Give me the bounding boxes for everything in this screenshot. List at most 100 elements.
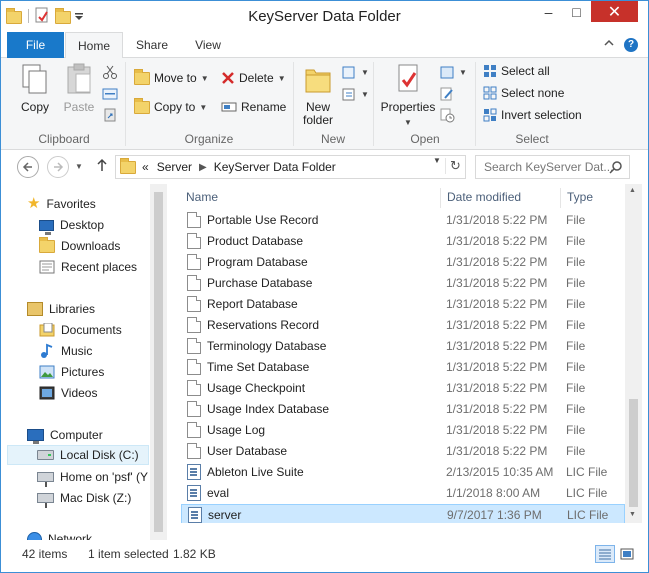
help-icon[interactable]: ? [624,38,638,52]
new-item-button[interactable]: ▼ [341,63,369,81]
breadcrumb-item[interactable]: Server [157,160,192,174]
history-button[interactable] [439,106,455,124]
details-view-button[interactable] [595,545,615,563]
column-header-type[interactable]: Type [567,184,593,210]
file-date-modified: 1/31/2018 5:22 PM [446,339,548,353]
file-row[interactable]: eval 1/1/2018 8:00 AM LIC File [181,483,625,504]
copy-to-button[interactable]: Copy to ▼ [134,97,207,116]
invert-selection-button[interactable]: Invert selection [483,106,582,124]
move-to-button[interactable]: Move to ▼ [134,68,209,87]
collapse-ribbon-icon[interactable] [604,38,614,51]
breadcrumb-overflow[interactable]: « [142,160,149,174]
scrollbar-thumb[interactable] [154,192,163,532]
file-row[interactable]: Ableton Live Suite 2/13/2015 10:35 AM LIC … [181,462,625,483]
address-bar[interactable]: « Server ▶ KeyServer Data Folder [115,155,466,179]
nav-mac-disk[interactable]: Mac Disk (Z:) [37,488,131,508]
file-type: File [566,444,586,458]
open-button[interactable]: ▼ [439,63,467,81]
copy-path-button[interactable] [102,85,118,103]
nav-videos[interactable]: Videos [39,383,97,403]
column-divider[interactable] [440,188,441,208]
rename-button[interactable]: Rename [221,98,286,116]
file-name: Usage Index Database [207,402,330,416]
tab-share[interactable]: Share [125,32,179,58]
nav-music[interactable]: Music [39,341,92,361]
properties-button[interactable]: Properties ▼ [379,62,437,128]
file-icon [187,233,201,249]
up-button[interactable] [96,158,108,176]
nav-pane-scrollbar[interactable] [150,184,167,540]
column-header-date-modified[interactable]: Date modified [447,184,521,210]
nav-downloads[interactable]: Downloads [39,236,120,256]
nav-documents[interactable]: Documents [39,320,122,340]
address-dropdown-icon[interactable]: ▼ [433,156,441,165]
nav-network[interactable]: Network [27,529,92,540]
file-name: Program Database [207,255,308,269]
large-icons-view-button[interactable] [617,545,637,563]
file-row[interactable]: Portable Use Record 1/31/2018 5:22 PM File [181,210,625,231]
close-button[interactable]: ✕ [591,1,638,22]
file-row[interactable]: Usage Checkpoint 1/31/2018 5:22 PM File [181,378,625,399]
selection-count: 1 item selected [88,547,169,561]
nav-favorites[interactable]: ★ Favorites [27,194,96,214]
file-row[interactable]: Usage Log 1/31/2018 5:22 PM File [181,420,625,441]
group-divider [125,62,126,146]
search-input[interactable]: Search KeyServer Dat... [475,155,630,179]
group-divider [475,62,476,146]
chevron-down-icon: ▼ [404,118,412,127]
paste-button[interactable]: Paste [59,62,99,114]
file-row[interactable]: Usage Index Database 1/31/2018 5:22 PM Fil… [181,399,625,420]
window-title: KeyServer Data Folder [248,8,401,25]
column-header-name[interactable]: Name [186,184,218,210]
breadcrumb-item[interactable]: KeyServer Data Folder [214,160,336,174]
nav-computer[interactable]: Computer [27,425,103,445]
edit-button[interactable] [439,85,455,103]
maximize-button[interactable]: □ [563,1,590,22]
copy-button[interactable]: Copy [15,62,55,114]
file-list-scrollbar[interactable]: ▲ ▼ [625,184,642,523]
paste-shortcut-icon [104,108,116,122]
delete-button[interactable]: Delete ▼ [221,69,286,87]
column-divider[interactable] [560,188,561,208]
file-row[interactable]: server 9/7/2017 1:36 PM LIC File [181,504,625,523]
new-folder-icon [305,69,331,93]
file-type: File [566,402,586,416]
tab-home[interactable]: Home [65,32,123,59]
cut-button[interactable] [102,63,118,81]
search-icon[interactable] [609,160,623,174]
nav-libraries[interactable]: Libraries [27,299,95,319]
tab-file[interactable]: File [7,32,64,58]
file-row[interactable]: Terminology Database 1/31/2018 5:22 PM Fil… [181,336,625,357]
nav-desktop[interactable]: Desktop [39,215,104,235]
nav-home-psf[interactable]: Home on 'psf' (Y [37,467,148,487]
file-row[interactable]: Product Database 1/31/2018 5:22 PM File [181,231,625,252]
recent-locations-chevron-icon[interactable]: ▼ [75,162,83,171]
select-all-button[interactable]: Select all [483,62,550,80]
scroll-up-icon[interactable]: ▲ [629,187,636,194]
nav-recent-places[interactable]: Recent places [39,257,137,277]
back-button[interactable] [17,156,39,178]
new-folder-button[interactable]: New folder [298,62,338,127]
minimize-button[interactable]: – [535,1,562,22]
file-row[interactable]: User Database 1/31/2018 5:22 PM File [181,441,625,462]
scroll-down-icon[interactable]: ▼ [629,511,636,518]
file-name: User Database [207,444,288,458]
select-none-button[interactable]: Select none [483,84,564,102]
chevron-right-icon[interactable]: ▶ [199,162,207,173]
file-row[interactable]: Report Database 1/31/2018 5:22 PM File [181,294,625,315]
nav-pictures[interactable]: Pictures [39,362,104,382]
tab-view[interactable]: View [181,32,235,58]
nav-local-disk[interactable]: Local Disk (C:) [7,445,149,465]
file-row[interactable]: Time Set Database 1/31/2018 5:22 PM File [181,357,625,378]
file-list: Name Date modified Type Portable Use Rec… [177,184,625,523]
file-row[interactable]: Reservations Record 1/31/2018 5:22 PM File [181,315,625,336]
forward-button[interactable] [47,156,69,178]
easy-access-button[interactable]: ▼ [341,85,369,103]
scrollbar-thumb[interactable] [629,399,638,507]
new-item-icon [342,66,355,79]
explorer-window: KeyServer Data Folder – □ ✕ File Home Sh… [0,0,649,573]
paste-shortcut-button[interactable] [102,106,118,124]
file-row[interactable]: Program Database 1/31/2018 5:22 PM File [181,252,625,273]
refresh-icon[interactable]: ↻ [445,158,465,174]
file-row[interactable]: Purchase Database 1/31/2018 5:22 PM File [181,273,625,294]
